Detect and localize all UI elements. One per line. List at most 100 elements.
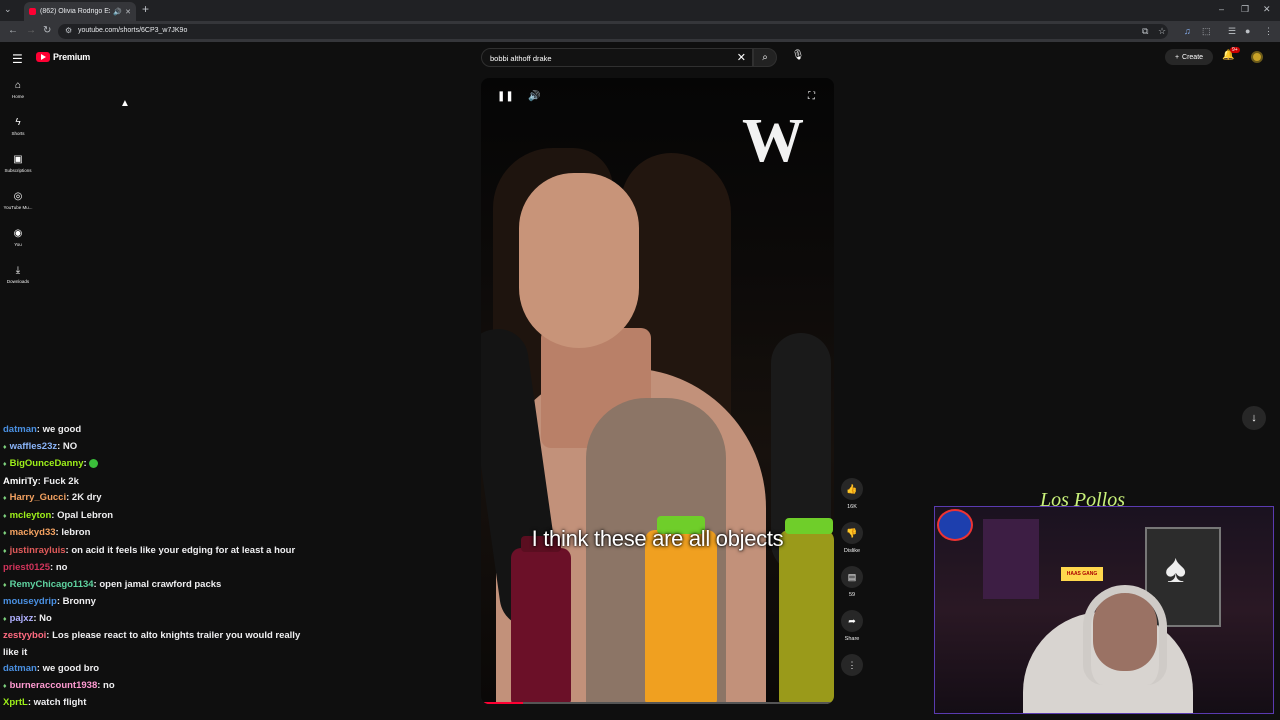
tab-groups-icon[interactable]: ☰ (1228, 26, 1236, 37)
sidebar-item-you[interactable]: ◉ You (0, 228, 36, 265)
tab-close-icon[interactable]: ✕ (125, 8, 131, 16)
tab-search-icon[interactable]: ⌄ (4, 4, 12, 15)
search-button[interactable]: ⌕ (753, 48, 777, 67)
media-control-icon[interactable]: ♫ (1184, 26, 1191, 36)
pause-icon[interactable]: ❚❚ (497, 91, 514, 102)
shorts-action-rail: 👍 16K 👎 Dislike ▤ 59 ➦ Share ⋮ (840, 478, 864, 698)
chat-username[interactable]: justinrayluis (10, 545, 66, 556)
chat-username[interactable]: mouseydrip (3, 596, 57, 607)
more-action[interactable]: ⋮ (840, 654, 864, 698)
comments-action[interactable]: ▤ 59 (840, 566, 864, 610)
share-icon[interactable]: ➦ (841, 610, 863, 632)
tab-title: (862) Olivia Rodrigo Explai (40, 8, 110, 15)
notification-badge: 9+ (1230, 47, 1240, 53)
progress-fill (481, 702, 524, 704)
chat-username[interactable]: priest0125 (3, 562, 50, 573)
video-progress-bar[interactable] (481, 702, 834, 704)
chat-message: ♦ burneraccount1938: no (3, 678, 313, 696)
chat-text: no (55, 562, 68, 573)
chat-username[interactable]: AmiriTy (3, 476, 38, 487)
sidebar-item-label: Subscriptions (4, 168, 32, 173)
extensions-icon[interactable]: ⬚ (1202, 26, 1211, 37)
new-tab-icon[interactable]: + (142, 2, 149, 16)
sidebar-item-subscriptions[interactable]: ▣ Subscriptions (0, 154, 36, 191)
guide-menu-icon[interactable]: ☰ (12, 52, 23, 66)
browser-tab-active[interactable]: (862) Olivia Rodrigo Explai 🔊 ✕ (24, 2, 136, 21)
chat-badge-icon: ♦ (3, 682, 7, 690)
youtube-favicon-icon (29, 8, 36, 15)
video-frame-shape (779, 530, 834, 704)
chat-username[interactable]: pajxz (10, 613, 34, 624)
browser-tab-bar: ⌄ (862) Olivia Rodrigo Explai 🔊 ✕ + – ❐ … (0, 0, 1280, 21)
fullscreen-icon[interactable]: ⛶ (808, 91, 815, 102)
sidebar-item-home[interactable]: ⌂ Home (0, 80, 36, 117)
chat-username[interactable]: BigOunceDanny (10, 458, 84, 469)
chat-badge-icon: ♦ (3, 547, 7, 555)
mic-icon: 🎙 (791, 50, 805, 61)
chat-message: zestyyboi: Los please react to alto knig… (3, 630, 301, 658)
clear-search-icon[interactable]: ✕ (737, 51, 746, 64)
account-avatar[interactable] (1251, 51, 1263, 63)
chat-username[interactable]: waffles23z (10, 441, 58, 452)
thumbs-up-icon[interactable]: 👍 (841, 478, 863, 500)
shorts-video-player[interactable]: W ❚❚ 🔊 ⛶ I think these are all objects (481, 78, 834, 704)
chat-message: ♦ justinrayluis: on acid it feels like yo… (3, 543, 313, 561)
music-icon: ◎ (13, 191, 23, 202)
notifications-button[interactable]: 🔔 9+ (1222, 47, 1240, 61)
sidebar-item-music[interactable]: ◎ YouTube Mu... (0, 191, 36, 228)
chat-username[interactable]: datman (3, 424, 37, 435)
audio-playing-icon[interactable]: 🔊 (113, 8, 122, 16)
bookmark-star-icon[interactable]: ☆ (1158, 26, 1166, 37)
chat-username[interactable]: RemyChicago1134 (10, 579, 94, 590)
more-vert-icon[interactable]: ⋮ (841, 654, 863, 676)
next-video-button[interactable]: ↓ (1242, 406, 1266, 430)
chat-text: Los please react to alto knights trailer… (3, 630, 301, 658)
chat-message: AmiriTy: Fuck 2k (3, 475, 79, 487)
chat-badge-icon: ♦ (3, 443, 7, 451)
chat-message: ♦ mackyd33: lebron (3, 525, 313, 543)
chat-text: Bronny (62, 596, 96, 607)
chat-username[interactable]: XprtL (3, 697, 28, 708)
chat-message: ♦ waffles23z: NO (3, 439, 313, 457)
chat-text: NO (62, 440, 78, 452)
youtube-logo[interactable]: Premium (36, 52, 90, 62)
dislike-action[interactable]: 👎 Dislike (840, 522, 864, 566)
comment-icon[interactable]: ▤ (841, 566, 863, 588)
site-info-icon[interactable]: ⚙ (65, 26, 72, 35)
video-frame-shape (519, 173, 639, 348)
sidebar-item-label: You (14, 242, 22, 247)
chat-text: lebron (61, 527, 91, 538)
chat-username[interactable]: burneraccount1938 (10, 680, 98, 691)
create-button[interactable]: + Create (1165, 49, 1213, 65)
profile-icon[interactable]: ● (1245, 26, 1250, 36)
sidebar-item-shorts[interactable]: ϟ Shorts (0, 117, 36, 154)
share-action[interactable]: ➦ Share (840, 610, 864, 654)
search-input[interactable]: bobbi althoff drake ✕ (481, 48, 753, 67)
chat-emote-icon (89, 458, 99, 468)
sidebar-item-downloads[interactable]: ⤓ Downloads (0, 265, 36, 302)
address-bar[interactable]: ⚙ youtube.com/shorts/6CP3_w7JK9o (58, 24, 1168, 39)
restore-icon[interactable]: ❐ (1241, 4, 1249, 15)
volume-icon[interactable]: 🔊 (528, 91, 540, 102)
search-icon: ⌕ (762, 52, 768, 63)
chat-username[interactable]: zestyyboi (3, 630, 46, 641)
chat-username[interactable]: mcleyton (10, 510, 52, 521)
chat-username[interactable]: Harry_Gucci (10, 492, 67, 503)
chat-username[interactable]: datman (3, 663, 37, 674)
thumbs-down-icon[interactable]: 👎 (841, 522, 863, 544)
back-icon[interactable]: ← (8, 25, 18, 36)
like-action[interactable]: 👍 16K (840, 478, 864, 522)
voice-search-button[interactable]: 🎙 (789, 50, 807, 66)
chat-text: watch flight (33, 697, 87, 708)
chat-message: ♦ pajxz: No (3, 611, 313, 629)
chat-badge-icon: ♦ (3, 581, 7, 589)
install-app-icon[interactable]: ⧉ (1142, 26, 1148, 37)
chat-username[interactable]: mackyd33 (10, 527, 56, 538)
window-close-icon[interactable]: ✕ (1263, 4, 1271, 15)
video-frame-shape (511, 548, 571, 704)
browser-menu-icon[interactable]: ⋮ (1264, 26, 1273, 37)
reload-icon[interactable]: ↻ (43, 25, 51, 36)
forward-icon[interactable]: → (26, 25, 36, 36)
minimize-icon[interactable]: – (1219, 4, 1224, 14)
sidebar-item-label: YouTube Mu... (3, 205, 33, 210)
